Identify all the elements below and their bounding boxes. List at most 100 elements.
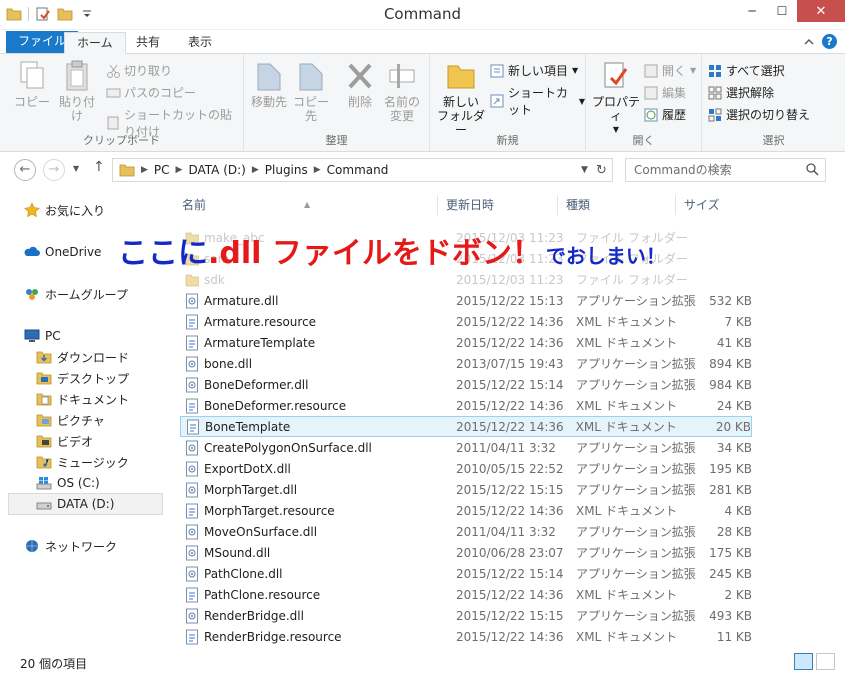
nav-item-music[interactable]: ミュージック (36, 452, 129, 472)
file-name: PathClone.dll (204, 566, 283, 581)
table-row[interactable]: sdk 2015/12/03 11:23 ファイル フォルダー (180, 269, 752, 290)
history-button[interactable]: 履歴 (644, 106, 686, 123)
paste-button[interactable]: 貼り付け (54, 60, 100, 123)
nav-item-downloads[interactable]: ダウンロード (36, 347, 129, 367)
dll-file-icon (186, 377, 198, 392)
table-row[interactable]: bone.dll 2013/07/15 19:43 アプリケーション拡張 894 KB (180, 353, 752, 374)
delete-label: 削除 (347, 95, 372, 109)
column-header-size[interactable]: サイズ (676, 195, 752, 215)
column-header-type[interactable]: 種類 (558, 195, 676, 215)
chevron-right-icon: ▶ (313, 165, 321, 175)
breadcrumb-pc[interactable]: PC (154, 163, 170, 177)
nav-item-desktop[interactable]: デスクトップ (36, 368, 129, 388)
table-row[interactable]: CreatePolygonOnSurface.dll 2011/04/11 3:3… (180, 437, 752, 458)
file-name: PathClone.resource (204, 587, 321, 602)
select-none-icon (708, 86, 722, 99)
paste-icon (66, 60, 88, 91)
table-row[interactable]: MoveOnSurface.dll 2011/04/11 3:32 アプリケーション… (180, 521, 752, 542)
close-button[interactable]: ✕ (797, 0, 845, 22)
rename-button[interactable]: 名前の 変更 (382, 60, 422, 123)
minimize-button[interactable]: ─ (737, 0, 767, 22)
nav-item-pc[interactable]: PC (24, 326, 61, 346)
copy-path-icon (106, 88, 121, 97)
file-size: 245 KB (709, 566, 752, 581)
table-row[interactable]: BoneTemplate 2015/12/22 14:36 XML ドキュメント 20… (180, 416, 752, 437)
table-row[interactable]: ExportDotX.dll 2010/05/15 22:52 アプリケーション拡張… (180, 458, 752, 479)
table-row[interactable]: MorphTarget.resource 2015/12/22 14:36 XML … (180, 500, 752, 521)
nav-item-onedrive[interactable]: OneDrive (24, 242, 101, 262)
nav-item-videos[interactable]: ビデオ (36, 431, 93, 451)
address-bar[interactable]: ▶ PC ▶ DATA (D:) ▶ Plugins ▶ Command (112, 158, 613, 182)
nav-item-homegroup[interactable]: ホームグループ (24, 284, 128, 304)
maximize-button[interactable]: ☐ (767, 0, 797, 22)
table-row[interactable]: RenderBridge.resource 2015/12/22 14:36 XML… (180, 626, 752, 647)
new-item-button[interactable]: 新しい項目 ▼ (490, 62, 578, 79)
tab-view[interactable]: 表示 (176, 32, 224, 54)
annotation-overlay: ここに .dll ファイルをドボン！ でおしまい！ (118, 228, 666, 272)
select-none-button[interactable]: 選択解除 (708, 84, 774, 101)
table-row[interactable]: ArmatureTemplate 2015/12/22 14:36 XML ドキュメ… (180, 332, 752, 353)
search-input[interactable]: Commandの検索 (625, 158, 826, 182)
nav-item-documents[interactable]: ドキュメント (36, 389, 129, 409)
recent-locations-icon[interactable]: ▼ (73, 164, 79, 173)
properties-button[interactable]: プロパティ ▼ (590, 60, 642, 137)
tab-home[interactable]: ホーム (64, 32, 126, 54)
cut-button[interactable]: 切り取り (106, 62, 172, 79)
copy-to-button[interactable]: コピー先 (290, 60, 332, 123)
file-type: アプリケーション拡張 (576, 609, 696, 623)
forward-button[interactable]: → (43, 159, 65, 181)
details-view-icon[interactable] (794, 653, 813, 670)
large-icons-view-icon[interactable] (816, 653, 835, 670)
select-all-button[interactable]: すべて選択 (708, 62, 785, 79)
nav-item-os-drive[interactable]: OS (C:) (36, 473, 100, 493)
invert-selection-button[interactable]: 選択の切り替え (708, 106, 810, 123)
breadcrumb-command[interactable]: Command (327, 163, 389, 177)
refresh-icon[interactable]: ↻ (596, 163, 607, 178)
nav-item-pictures[interactable]: ピクチャ (36, 410, 105, 430)
edit-button[interactable]: 編集 (644, 84, 686, 101)
table-row[interactable]: Armature.resource 2015/12/22 14:36 XML ドキュ… (180, 311, 752, 332)
column-header-date[interactable]: 更新日時 (438, 195, 558, 215)
table-row[interactable]: Armature.dll 2015/12/22 15:13 アプリケーション拡張 53… (180, 290, 752, 311)
tab-share[interactable]: 共有 (124, 32, 172, 54)
file-size: 7 KB (724, 314, 752, 329)
file-name: MSound.dll (204, 545, 271, 560)
shortcut-icon (490, 94, 504, 108)
open-button[interactable]: 開く ▼ (644, 62, 696, 79)
table-row[interactable]: PathClone.dll 2015/12/22 15:14 アプリケーション拡張 2… (180, 563, 752, 584)
file-type: アプリケーション拡張 (576, 567, 696, 581)
breadcrumb-plugins[interactable]: Plugins (265, 163, 308, 177)
nav-item-network[interactable]: ネットワーク (24, 536, 117, 556)
properties-icon (604, 62, 628, 88)
new-folder-button[interactable]: 新しい フォルダー (436, 60, 486, 137)
search-icon[interactable] (806, 163, 819, 176)
file-name: sdk (204, 272, 225, 287)
breadcrumb-data-drive[interactable]: DATA (D:) (188, 163, 245, 177)
table-row[interactable]: BoneDeformer.resource 2015/12/22 14:36 XML… (180, 395, 752, 416)
up-button[interactable]: ↑ (93, 159, 105, 175)
table-row[interactable]: PathClone.resource 2015/12/22 14:36 XML ドキ… (180, 584, 752, 605)
back-button[interactable]: ← (14, 159, 36, 181)
help-icon[interactable]: ? (822, 34, 837, 49)
table-row[interactable]: MorphTarget.dll 2015/12/22 15:15 アプリケーション拡… (180, 479, 752, 500)
table-row[interactable]: BoneDeformer.dll 2015/12/22 15:14 アプリケーション… (180, 374, 752, 395)
rename-label-1: 名前の (383, 95, 420, 109)
move-to-button[interactable]: 移動先 (248, 60, 290, 109)
shortcut-button[interactable]: ショートカット ▼ (490, 84, 585, 118)
collapse-ribbon-icon[interactable] (804, 37, 814, 47)
table-row[interactable]: MSound.dll 2010/06/28 23:07 アプリケーション拡張 175 … (180, 542, 752, 563)
file-date: 2015/12/22 15:15 (456, 482, 564, 497)
nav-item-data-drive[interactable]: DATA (D:) (36, 494, 114, 514)
nav-item-favorites[interactable]: お気に入り (24, 200, 105, 220)
dll-file-icon (186, 524, 198, 539)
drive-icon (36, 502, 52, 510)
column-header-name[interactable]: 名前 ▲ (174, 195, 438, 215)
view-toggle (794, 653, 835, 670)
table-row[interactable]: RenderBridge.dll 2015/12/22 15:15 アプリケーション… (180, 605, 752, 626)
file-date: 2015/12/22 14:36 (456, 503, 564, 518)
delete-button[interactable]: 削除 (342, 60, 378, 109)
copy-path-button[interactable]: パスのコピー (106, 84, 196, 101)
file-type: XML ドキュメント (576, 315, 678, 329)
copy-button[interactable]: コピー (14, 60, 50, 109)
address-dropdown-icon[interactable]: ▼ (572, 158, 597, 182)
